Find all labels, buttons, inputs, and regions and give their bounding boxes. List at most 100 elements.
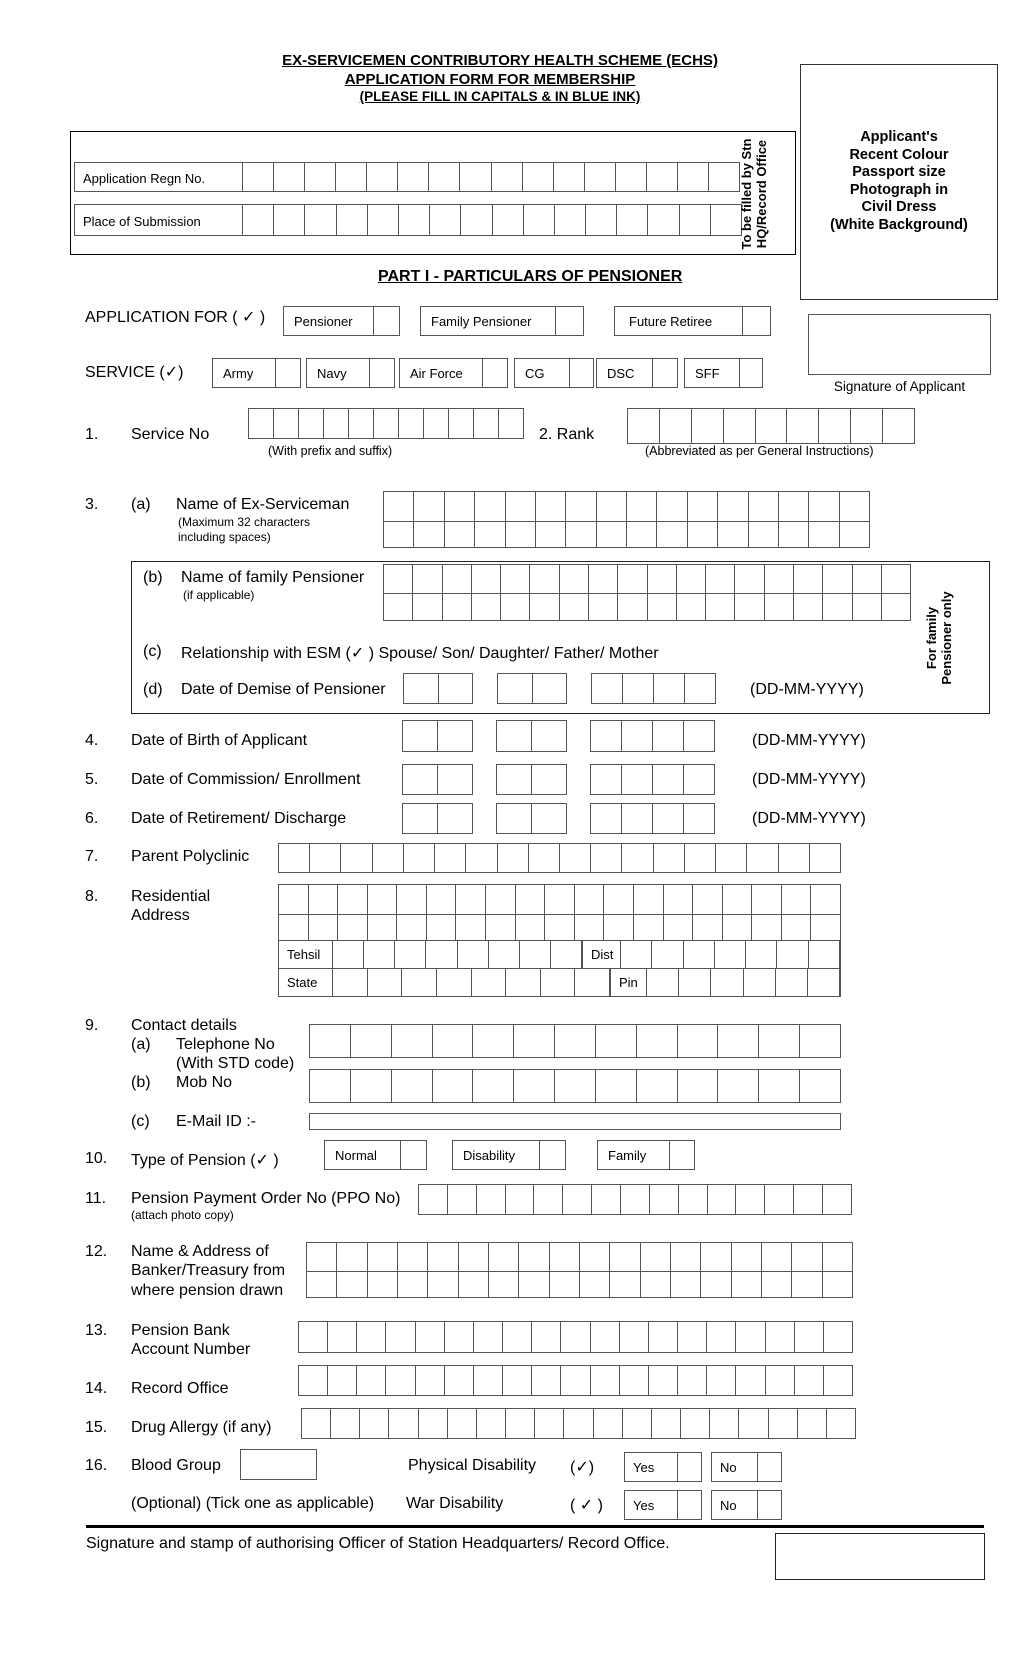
service-cg[interactable]: CG <box>514 358 594 388</box>
option-pensioner[interactable]: Pensioner <box>283 306 400 336</box>
char-box[interactable] <box>575 914 605 940</box>
char-box[interactable] <box>489 1243 520 1271</box>
char-box[interactable] <box>840 521 870 547</box>
char-box[interactable] <box>349 409 374 438</box>
char-box[interactable] <box>779 844 810 872</box>
char-box[interactable] <box>533 674 567 703</box>
char-box[interactable] <box>718 1025 760 1057</box>
char-box[interactable] <box>677 565 707 593</box>
char-box[interactable] <box>360 1409 390 1438</box>
char-box[interactable] <box>497 804 532 833</box>
telephone-input[interactable] <box>309 1024 841 1058</box>
parent-polyclinic-input[interactable] <box>278 843 841 873</box>
char-box[interactable] <box>681 1409 711 1438</box>
ppo-input[interactable] <box>418 1184 852 1215</box>
char-box[interactable] <box>498 844 529 872</box>
char-box[interactable] <box>718 492 749 521</box>
char-box[interactable] <box>428 1271 459 1297</box>
char-box[interactable] <box>623 674 654 703</box>
war-disability-no-checkbox[interactable] <box>758 1491 781 1519</box>
char-box[interactable] <box>769 1409 798 1438</box>
char-box[interactable] <box>795 1366 824 1395</box>
dist-input[interactable] <box>621 941 840 968</box>
char-box[interactable] <box>243 163 275 191</box>
char-box[interactable] <box>416 1322 445 1352</box>
char-box[interactable] <box>403 765 438 794</box>
char-box[interactable] <box>649 1322 679 1352</box>
char-box[interactable] <box>474 409 499 438</box>
char-box[interactable] <box>477 1185 506 1214</box>
char-box[interactable] <box>627 492 658 521</box>
char-box[interactable] <box>439 674 473 703</box>
char-box[interactable] <box>800 1025 841 1057</box>
char-box[interactable] <box>794 593 824 620</box>
char-box[interactable] <box>435 844 467 872</box>
char-box[interactable] <box>503 1322 533 1352</box>
address-line-1[interactable] <box>278 884 841 915</box>
address-line-2[interactable] <box>278 914 841 941</box>
char-box[interactable] <box>501 565 531 593</box>
char-box[interactable] <box>397 914 427 940</box>
char-box[interactable] <box>618 565 648 593</box>
char-box[interactable] <box>438 804 473 833</box>
char-box[interactable] <box>532 765 567 794</box>
char-box[interactable] <box>497 721 532 751</box>
char-box[interactable] <box>445 492 476 521</box>
char-box[interactable] <box>506 492 536 521</box>
char-box[interactable] <box>707 1322 737 1352</box>
date-commission-day[interactable] <box>402 764 473 795</box>
service-navy-checkbox[interactable] <box>370 359 394 387</box>
char-box[interactable] <box>586 205 618 235</box>
char-box[interactable] <box>456 885 487 914</box>
char-box[interactable] <box>677 593 707 620</box>
char-box[interactable] <box>472 969 507 996</box>
char-box[interactable] <box>650 1185 679 1214</box>
char-box[interactable] <box>413 593 443 620</box>
char-box[interactable] <box>732 1243 762 1271</box>
char-box[interactable] <box>333 969 368 996</box>
char-box[interactable] <box>561 1366 591 1395</box>
service-sff[interactable]: SFF <box>684 358 763 388</box>
char-box[interactable] <box>591 1322 620 1352</box>
physical-disability-yes[interactable]: Yes <box>624 1452 702 1482</box>
char-box[interactable] <box>472 593 502 620</box>
char-box[interactable] <box>735 593 765 620</box>
char-box[interactable] <box>351 1070 392 1102</box>
name-family-pensioner-row1[interactable] <box>383 564 912 594</box>
char-box[interactable] <box>685 674 716 703</box>
char-box[interactable] <box>710 1409 740 1438</box>
char-box[interactable] <box>840 492 870 521</box>
char-box[interactable] <box>564 1409 594 1438</box>
char-box[interactable] <box>617 205 649 235</box>
char-box[interactable] <box>883 409 916 443</box>
char-box[interactable] <box>384 565 414 593</box>
char-box[interactable] <box>460 163 492 191</box>
char-box[interactable] <box>433 1025 474 1057</box>
char-box[interactable] <box>516 914 546 940</box>
char-box[interactable] <box>724 409 756 443</box>
char-box[interactable] <box>679 1185 708 1214</box>
char-box[interactable] <box>759 1025 801 1057</box>
char-box[interactable] <box>664 885 694 914</box>
char-box[interactable] <box>466 844 498 872</box>
drug-allergy-input[interactable] <box>301 1408 856 1439</box>
char-box[interactable] <box>744 969 776 996</box>
char-box[interactable] <box>449 409 474 438</box>
char-box[interactable] <box>882 565 912 593</box>
char-box[interactable] <box>529 844 560 872</box>
char-box[interactable] <box>338 885 368 914</box>
char-box[interactable] <box>427 885 457 914</box>
char-box[interactable] <box>367 163 399 191</box>
char-box[interactable] <box>448 1409 477 1438</box>
char-box[interactable] <box>550 1243 580 1271</box>
char-box[interactable] <box>693 885 723 914</box>
char-box[interactable] <box>827 1409 856 1438</box>
char-box[interactable] <box>585 163 616 191</box>
application-regn-input[interactable] <box>242 162 740 192</box>
char-box[interactable] <box>499 409 524 438</box>
char-box[interactable] <box>706 593 736 620</box>
char-box[interactable] <box>534 1185 564 1214</box>
char-box[interactable] <box>749 492 779 521</box>
char-box[interactable] <box>384 593 414 620</box>
char-box[interactable] <box>794 565 824 593</box>
